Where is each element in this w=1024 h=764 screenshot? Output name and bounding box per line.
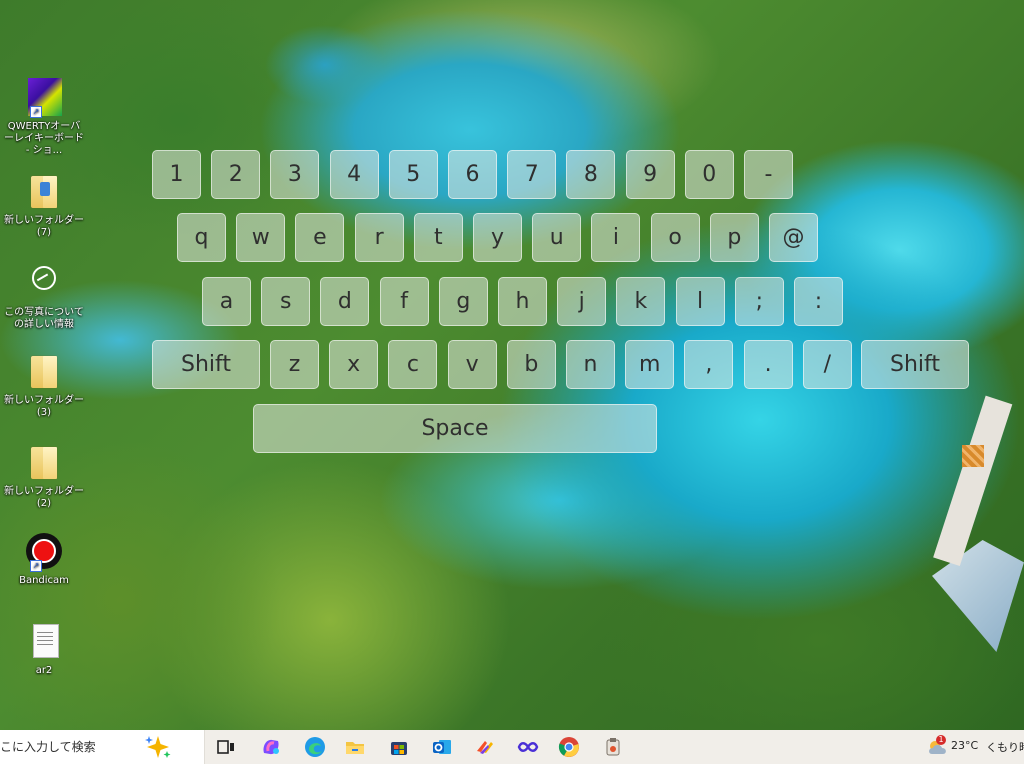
desktop-icon-label: 新しいフォルダー (2) (4, 486, 84, 509)
taskbar: こに入力して検索 1 23°C くもり (0, 730, 1024, 764)
key-at[interactable]: @ (769, 213, 818, 262)
key-f[interactable]: f (379, 277, 429, 326)
microsoft-store-icon[interactable] (387, 735, 411, 759)
badge-count: 1 (938, 735, 944, 744)
desktop-icon-label: QWERTYオーバーレイキーボード - ショ... (4, 121, 84, 156)
key-b[interactable]: b (506, 340, 556, 389)
weather-alert-badge: 1 (936, 735, 946, 745)
key-z[interactable]: z (270, 340, 319, 389)
key-y[interactable]: y (473, 213, 522, 262)
key-semicolon[interactable]: ; (734, 277, 784, 326)
key-5[interactable]: 5 (388, 150, 438, 199)
search-highlight-icon (145, 736, 171, 758)
desktop-icon-folder-3[interactable]: 新しいフォルダー (3) (3, 352, 85, 419)
app-icon-3[interactable] (601, 735, 625, 759)
copilot-icon[interactable] (259, 735, 283, 759)
key-e[interactable]: e (295, 213, 345, 262)
key-colon[interactable]: : (794, 277, 843, 326)
desktop-icon-photo-info[interactable]: この写真についての詳しい情報 (3, 264, 85, 331)
key-0[interactable]: 0 (684, 150, 734, 199)
desktop-icon-qwerty-overlay[interactable]: ↗ QWERTYオーバーレイキーボード - ショ... (3, 78, 85, 157)
key-p[interactable]: p (709, 213, 759, 262)
desktop-icon-label: 新しいフォルダー (7) (4, 215, 84, 238)
key-h[interactable]: h (498, 277, 547, 326)
key-minus[interactable]: - (744, 150, 793, 199)
key-1[interactable]: 1 (152, 150, 201, 199)
key-m[interactable]: m (625, 340, 675, 389)
key-l[interactable]: l (675, 277, 725, 326)
chrome-icon[interactable] (557, 735, 581, 759)
desktop-icon-bandicam[interactable]: ↗ Bandicam (3, 532, 85, 587)
key-q[interactable]: q (177, 213, 226, 262)
key-v[interactable]: v (447, 340, 497, 389)
key-2[interactable]: 2 (211, 150, 261, 199)
boardwalk (933, 395, 1013, 567)
desktop-icon-folder-7[interactable]: 新しいフォルダー (7) (3, 172, 85, 239)
qwerty-app-icon: ↗ (26, 78, 62, 118)
key-6[interactable]: 6 (448, 150, 497, 199)
desktop-icon-folder-2[interactable]: 新しいフォルダー (2) (3, 443, 85, 510)
key-i[interactable]: i (591, 213, 641, 262)
key-g[interactable]: g (438, 277, 488, 326)
key-o[interactable]: o (650, 213, 700, 262)
desktop-icon-label: Bandicam (19, 575, 69, 586)
key-8[interactable]: 8 (566, 150, 616, 199)
key-s[interactable]: s (261, 277, 311, 326)
taskbar-search-box[interactable]: こに入力して検索 (0, 730, 205, 764)
key-c[interactable]: c (388, 340, 438, 389)
key-w[interactable]: w (236, 213, 286, 262)
key-shift-left[interactable]: Shift (152, 340, 260, 389)
folder-icon (26, 172, 62, 212)
app-icon-2[interactable] (516, 735, 540, 759)
key-7[interactable]: 7 (507, 150, 557, 199)
key-j[interactable]: j (557, 277, 607, 326)
desktop-icon-label: ar2 (35, 665, 53, 676)
search-placeholder: こに入力して検索 (0, 740, 96, 754)
folder-icon (26, 352, 62, 392)
key-u[interactable]: u (532, 213, 582, 262)
key-space[interactable]: Space (253, 404, 657, 453)
key-a[interactable]: a (202, 277, 251, 326)
key-t[interactable]: t (413, 213, 463, 262)
file-explorer-icon[interactable] (343, 735, 367, 759)
key-3[interactable]: 3 (270, 150, 320, 199)
small-desktop-icon[interactable] (962, 445, 984, 467)
key-9[interactable]: 9 (625, 150, 675, 199)
key-4[interactable]: 4 (329, 150, 379, 199)
edge-icon[interactable] (303, 735, 327, 759)
key-slash[interactable]: / (802, 340, 852, 389)
folder-icon (26, 443, 62, 483)
desktop-icon-label: この写真についての詳しい情報 (4, 307, 84, 330)
desktop-icon-ar2[interactable]: ar2 (3, 622, 85, 677)
app-icon-1[interactable] (473, 735, 497, 759)
outlook-icon[interactable] (430, 735, 454, 759)
key-x[interactable]: x (329, 340, 379, 389)
bandicam-icon: ↗ (26, 532, 62, 572)
text-file-icon (26, 622, 62, 662)
key-period[interactable]: . (743, 340, 793, 389)
key-r[interactable]: r (354, 213, 404, 262)
task-view-icon[interactable] (214, 735, 238, 759)
camera-info-icon (26, 264, 62, 304)
key-comma[interactable]: , (684, 340, 734, 389)
desktop-icon-label: 新しいフォルダー (3) (4, 395, 84, 418)
weather-condition: くもり時 (986, 741, 1024, 754)
key-shift-right[interactable]: Shift (861, 340, 969, 389)
weather-temperature: 23°C (951, 739, 979, 752)
key-d[interactable]: d (320, 277, 370, 326)
key-n[interactable]: n (566, 340, 615, 389)
desktop-wallpaper: ↗ QWERTYオーバーレイキーボード - ショ... 新しいフォルダー (7)… (0, 0, 1024, 730)
key-k[interactable]: k (616, 277, 666, 326)
